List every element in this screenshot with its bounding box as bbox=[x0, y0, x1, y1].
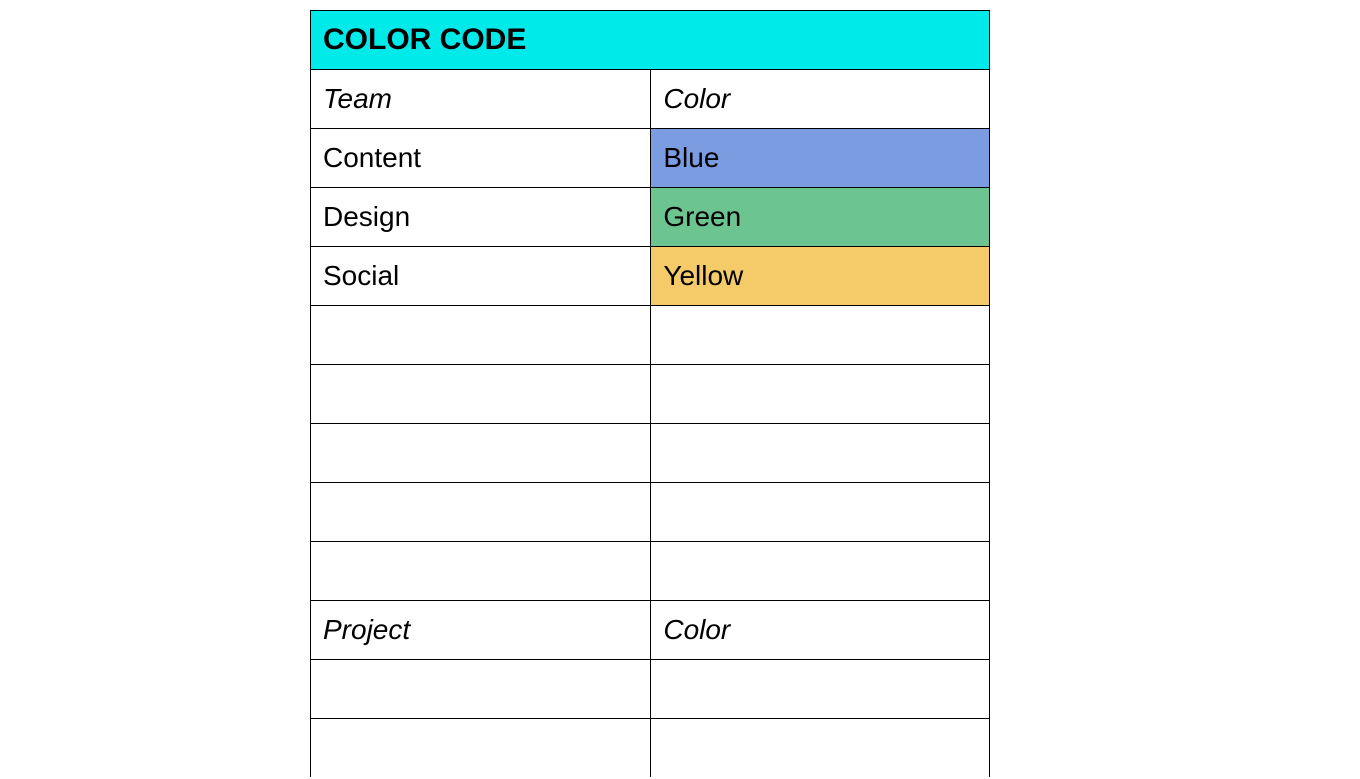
empty-row bbox=[311, 306, 990, 365]
empty-cell[interactable] bbox=[311, 306, 651, 365]
color-header[interactable]: Color bbox=[651, 70, 990, 129]
team-header-row: Team Color bbox=[311, 70, 990, 129]
color-cell-yellow[interactable]: Yellow bbox=[651, 247, 990, 306]
project-color-header[interactable]: Color bbox=[651, 601, 990, 660]
empty-cell[interactable] bbox=[651, 542, 990, 601]
project-header-row: Project Color bbox=[311, 601, 990, 660]
team-header[interactable]: Team bbox=[311, 70, 651, 129]
empty-row bbox=[311, 542, 990, 601]
empty-row bbox=[311, 660, 990, 719]
empty-cell[interactable] bbox=[651, 719, 990, 778]
color-code-table: COLOR CODE Team Color Content Blue Desig… bbox=[310, 10, 990, 777]
team-cell-social[interactable]: Social bbox=[311, 247, 651, 306]
team-row-social: Social Yellow bbox=[311, 247, 990, 306]
empty-cell[interactable] bbox=[651, 660, 990, 719]
title-row: COLOR CODE bbox=[311, 11, 990, 70]
empty-cell[interactable] bbox=[651, 424, 990, 483]
project-header[interactable]: Project bbox=[311, 601, 651, 660]
empty-cell[interactable] bbox=[311, 719, 651, 778]
empty-cell[interactable] bbox=[311, 365, 651, 424]
empty-cell[interactable] bbox=[311, 483, 651, 542]
empty-cell[interactable] bbox=[651, 483, 990, 542]
empty-cell[interactable] bbox=[311, 660, 651, 719]
team-row-design: Design Green bbox=[311, 188, 990, 247]
team-cell-content[interactable]: Content bbox=[311, 129, 651, 188]
spreadsheet-container: COLOR CODE Team Color Content Blue Desig… bbox=[0, 0, 1360, 777]
title-cell[interactable]: COLOR CODE bbox=[311, 11, 990, 70]
empty-row bbox=[311, 424, 990, 483]
color-cell-green[interactable]: Green bbox=[651, 188, 990, 247]
empty-row bbox=[311, 719, 990, 778]
team-cell-design[interactable]: Design bbox=[311, 188, 651, 247]
empty-row bbox=[311, 365, 990, 424]
color-cell-blue[interactable]: Blue bbox=[651, 129, 990, 188]
team-row-content: Content Blue bbox=[311, 129, 990, 188]
empty-cell[interactable] bbox=[651, 306, 990, 365]
empty-cell[interactable] bbox=[311, 424, 651, 483]
empty-cell[interactable] bbox=[651, 365, 990, 424]
empty-row bbox=[311, 483, 990, 542]
empty-cell[interactable] bbox=[311, 542, 651, 601]
